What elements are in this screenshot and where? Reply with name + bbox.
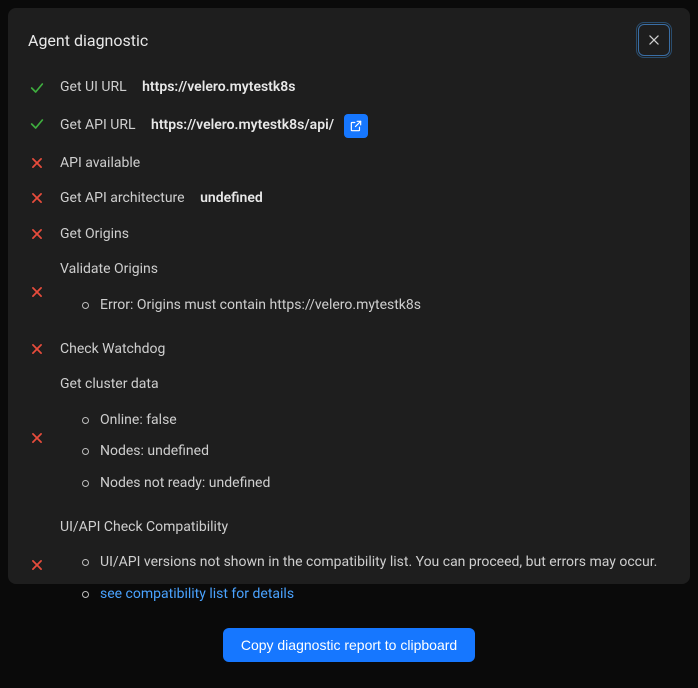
row-compatibility: UI/API Check Compatibility UI/API versio…: [28, 510, 670, 621]
x-icon: [30, 156, 44, 170]
list-item: UI/API versions not shown in the compati…: [60, 547, 670, 579]
dialog-header: Agent diagnostic: [8, 8, 690, 66]
row-content: Get Origins: [60, 225, 670, 245]
list-item: Error: Origins must contain https://vele…: [60, 290, 670, 322]
status-icon-wrap: [28, 340, 46, 356]
status-icon-wrap: [28, 189, 46, 205]
check-icon: [29, 80, 45, 96]
diagnostic-list: Get UI URL https://velero.mytestk8s Get …: [8, 66, 690, 688]
compatibility-list-link[interactable]: see compatibility list for details: [100, 586, 294, 602]
row-label: UI/API Check Compatibility: [60, 519, 228, 535]
row-get-origins: Get Origins: [28, 217, 670, 253]
label-value-group: Get API URL https://velero.mytestk8s/api…: [60, 116, 334, 136]
row-content: Get UI URL https://velero.mytestk8s: [60, 78, 670, 98]
sub-list: Online: false Nodes: undefined Nodes not…: [60, 405, 670, 500]
row-value: https://velero.mytestk8s: [142, 79, 295, 95]
status-icon-wrap: [28, 154, 46, 170]
status-icon-wrap: [28, 114, 46, 132]
row-get-api-url: Get API URL https://velero.mytestk8s/api…: [28, 106, 670, 146]
row-label: Validate Origins: [60, 261, 158, 277]
x-icon: [30, 285, 44, 299]
row-check-watchdog: Check Watchdog: [28, 332, 670, 368]
row-content: Validate Origins Error: Origins must con…: [60, 260, 670, 323]
dialog-title: Agent diagnostic: [28, 31, 148, 50]
check-icon: [29, 116, 45, 132]
close-button[interactable]: [638, 24, 670, 56]
x-icon: [30, 342, 44, 356]
row-api-architecture: Get API architecture undefined: [28, 181, 670, 217]
agent-diagnostic-dialog: Agent diagnostic Get UI URL https://vele…: [8, 8, 690, 584]
row-validate-origins: Validate Origins Error: Origins must con…: [28, 252, 670, 331]
row-label: Get API architecture: [60, 190, 185, 206]
external-link-icon: [349, 119, 363, 133]
status-icon-wrap: [28, 558, 46, 572]
row-content: Get cluster data Online: false Nodes: un…: [60, 375, 670, 501]
status-icon-wrap: [28, 431, 46, 445]
row-content: Check Watchdog: [60, 340, 670, 360]
row-value: undefined: [200, 190, 263, 206]
row-get-ui-url: Get UI URL https://velero.mytestk8s: [28, 70, 670, 106]
x-icon: [30, 227, 44, 241]
row-label: Get UI URL: [60, 79, 127, 95]
status-icon-wrap: [28, 225, 46, 241]
row-content: UI/API Check Compatibility UI/API versio…: [60, 518, 670, 613]
row-label: API available: [60, 155, 140, 171]
x-icon: [30, 431, 44, 445]
list-item: see compatibility list for details: [60, 579, 670, 611]
row-label: Get cluster data: [60, 376, 159, 392]
copy-report-button[interactable]: Copy diagnostic report to clipboard: [223, 628, 475, 662]
dialog-footer: Copy diagnostic report to clipboard: [28, 620, 670, 672]
row-cluster-data: Get cluster data Online: false Nodes: un…: [28, 367, 670, 509]
row-content: API available: [60, 154, 670, 174]
sub-list: UI/API versions not shown in the compati…: [60, 547, 670, 610]
row-content: Get API URL https://velero.mytestk8s/api…: [60, 114, 670, 138]
row-label: Check Watchdog: [60, 341, 165, 357]
row-label: Get Origins: [60, 226, 129, 242]
open-api-url-button[interactable]: [344, 114, 368, 138]
x-icon: [30, 191, 44, 205]
row-content: Get API architecture undefined: [60, 189, 670, 209]
row-value: https://velero.mytestk8s/api/: [151, 117, 334, 133]
list-item: Nodes: undefined: [60, 436, 670, 468]
row-label: Get API URL: [60, 117, 136, 133]
close-icon: [647, 33, 661, 47]
x-icon: [30, 558, 44, 572]
sub-list: Error: Origins must contain https://vele…: [60, 290, 670, 322]
list-item: Online: false: [60, 405, 670, 437]
status-icon-wrap: [28, 78, 46, 96]
status-icon-wrap: [28, 285, 46, 299]
list-item: Nodes not ready: undefined: [60, 468, 670, 500]
row-api-available: API available: [28, 146, 670, 182]
